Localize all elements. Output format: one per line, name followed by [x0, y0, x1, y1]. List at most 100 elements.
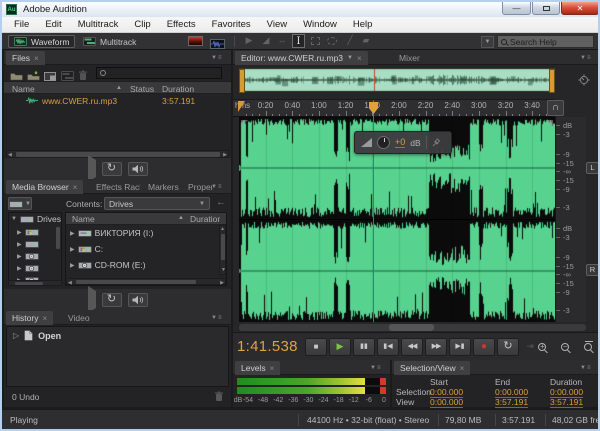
- contents-dropdown[interactable]: Drives ▼: [104, 197, 210, 210]
- gain-knob[interactable]: [377, 136, 390, 149]
- scroll-thumb[interactable]: [76, 280, 196, 284]
- close-tab-icon[interactable]: ×: [357, 54, 362, 63]
- tab-files[interactable]: Files ×: [6, 51, 45, 65]
- media-list[interactable]: Name ▲ Duration ▶ВИКТОРИЯ (I:)▶C:▶CD-ROM…: [65, 212, 227, 286]
- clip-indicator[interactable]: [380, 387, 386, 394]
- left-channel-button[interactable]: L: [586, 162, 599, 174]
- view-end-value[interactable]: 3:57.191: [495, 397, 528, 408]
- snap-toggle-button[interactable]: ∩: [547, 100, 564, 116]
- zoom-out-button[interactable]: [556, 338, 574, 356]
- menu-edit[interactable]: Edit: [37, 19, 69, 30]
- tree-item[interactable]: ▶: [17, 251, 57, 261]
- close-tab-icon[interactable]: ×: [270, 364, 275, 373]
- overview-left-handle[interactable]: [239, 69, 245, 93]
- navigate-back-icon[interactable]: ←: [216, 197, 226, 208]
- zoom-full-button[interactable]: [579, 338, 597, 356]
- pin-icon[interactable]: [432, 138, 441, 147]
- close-tab-icon[interactable]: ×: [460, 364, 465, 373]
- expander-icon[interactable]: ▶: [70, 246, 75, 253]
- overview-navigator[interactable]: [239, 68, 555, 92]
- media-hscrollbar[interactable]: ◀ ▶: [66, 278, 226, 285]
- expander-icon[interactable]: ▶: [17, 229, 22, 236]
- level-meter-right[interactable]: [237, 387, 386, 394]
- media-tree[interactable]: ▼Drives▶▶▶▶▶: [8, 212, 62, 285]
- view-duration-value[interactable]: 3:57.191: [550, 397, 583, 408]
- maximize-button[interactable]: [532, 2, 560, 15]
- files-hscrollbar[interactable]: ◀ ▶: [6, 150, 229, 158]
- auto-play-speaker-button[interactable]: [128, 162, 148, 176]
- files-column-header[interactable]: Name ▲ Status Duration: [4, 81, 231, 94]
- right-channel-button[interactable]: R: [586, 264, 599, 276]
- auto-play-speaker-button[interactable]: [128, 293, 148, 307]
- stop-button[interactable]: [305, 338, 327, 356]
- drive-select-button[interactable]: ▼: [8, 197, 32, 210]
- chevron-down-icon[interactable]: ▼: [347, 55, 353, 61]
- time-selection-ibeam-tool[interactable]: I: [292, 34, 305, 48]
- skip-previous-button[interactable]: [377, 338, 399, 356]
- panel-menu-icon[interactable]: ▼≡: [211, 54, 227, 63]
- tab-editor[interactable]: Editor: www.CWER.ru.mp3 ▼ ×: [235, 51, 368, 65]
- tab-properties[interactable]: Properties: [182, 180, 212, 194]
- tree-item[interactable]: ▶: [17, 239, 57, 249]
- clip-indicator[interactable]: [380, 378, 386, 385]
- column-duration[interactable]: Duration: [190, 214, 220, 224]
- expander-open-icon[interactable]: ▼: [11, 216, 17, 222]
- corner-handle-icon[interactable]: [241, 120, 248, 127]
- menu-favorites[interactable]: Favorites: [204, 19, 259, 30]
- file-row[interactable]: www.CWER.ru.mp3 3:57.191: [4, 94, 231, 107]
- loop-button[interactable]: [497, 338, 519, 356]
- media-column-header[interactable]: Name ▲ Duration: [66, 213, 226, 225]
- tab-mixer[interactable]: Mixer: [393, 51, 426, 65]
- expander-icon[interactable]: ▶: [17, 241, 22, 248]
- search-help-box[interactable]: [497, 35, 594, 48]
- zoom-in-button[interactable]: [533, 338, 551, 356]
- panel-menu-icon[interactable]: ▼≡: [580, 54, 596, 63]
- scroll-right-icon[interactable]: ▶: [220, 280, 224, 287]
- tree-item[interactable]: ▶: [17, 263, 57, 273]
- tab-history[interactable]: History ×: [6, 311, 53, 325]
- workspace-dropdown-button[interactable]: ▼: [481, 36, 494, 48]
- menu-effects[interactable]: Effects: [159, 19, 204, 30]
- waveform-right-channel[interactable]: [239, 220, 555, 322]
- tab-selection-view[interactable]: Selection/View ×: [394, 361, 470, 375]
- expander-icon[interactable]: ▶: [70, 262, 75, 269]
- menu-window[interactable]: Window: [295, 19, 345, 30]
- column-status[interactable]: Status: [130, 84, 154, 94]
- waveform-view-button[interactable]: Waveform: [8, 35, 75, 48]
- close-tab-icon[interactable]: ×: [73, 183, 78, 192]
- close-tab-icon[interactable]: ×: [34, 54, 39, 63]
- column-name[interactable]: Name: [72, 214, 95, 224]
- tab-levels[interactable]: Levels ×: [235, 361, 280, 375]
- skip-next-button[interactable]: [449, 338, 471, 356]
- play-button[interactable]: [329, 338, 351, 356]
- scroll-left-icon[interactable]: ◀: [68, 280, 72, 287]
- scroll-down-icon[interactable]: ▼: [221, 267, 226, 274]
- view-start-value[interactable]: 0:00.000: [430, 397, 463, 408]
- history-item-open[interactable]: ▷ Open: [7, 329, 228, 342]
- trash-icon[interactable]: [214, 391, 224, 402]
- scroll-thumb[interactable]: [389, 324, 434, 331]
- level-meter-left[interactable]: [237, 378, 386, 385]
- volume-hud[interactable]: +0 dB: [354, 131, 452, 154]
- scroll-thumb[interactable]: [16, 152, 220, 157]
- menu-help[interactable]: Help: [345, 19, 381, 30]
- overview-waveform-canvas[interactable]: [240, 69, 554, 91]
- search-help-input[interactable]: [510, 37, 588, 47]
- tab-video[interactable]: Video: [62, 311, 96, 325]
- close-button[interactable]: ✕: [561, 2, 599, 15]
- file-name[interactable]: www.CWER.ru.mp3: [42, 96, 117, 106]
- expander-icon[interactable]: ▶: [17, 265, 22, 272]
- menu-clip[interactable]: Clip: [126, 19, 158, 30]
- media-row[interactable]: ▶CD-ROM (E:): [70, 260, 218, 270]
- menu-multitrack[interactable]: Multitrack: [70, 19, 127, 30]
- menu-view[interactable]: View: [259, 19, 295, 30]
- media-row[interactable]: ▶C:: [70, 244, 218, 254]
- time-display[interactable]: 1:41.538: [237, 338, 298, 355]
- pause-button[interactable]: [353, 338, 375, 356]
- tab-effects-rack[interactable]: Effects Rack: [90, 180, 140, 194]
- loop-playback-button[interactable]: ↻: [102, 293, 122, 307]
- scroll-thumb[interactable]: [221, 234, 225, 260]
- files-search-input[interactable]: [109, 69, 209, 78]
- expander-icon[interactable]: ▶: [70, 230, 75, 237]
- record-button[interactable]: [473, 338, 495, 356]
